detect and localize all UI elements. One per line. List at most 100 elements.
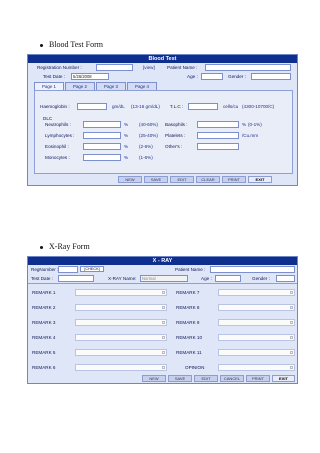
dropdown-icon bbox=[290, 336, 293, 339]
exit-button[interactable]: EXIT bbox=[248, 176, 272, 183]
remark-3-label: REMARK 3 bbox=[32, 320, 56, 325]
remark-7-input[interactable] bbox=[218, 289, 295, 296]
dropdown-icon bbox=[290, 321, 293, 324]
bullet-icon bbox=[40, 43, 43, 47]
xray-patient-name-label: Patient Name : bbox=[175, 267, 206, 272]
remark-2-label: REMARK 2 bbox=[32, 305, 56, 310]
dropdown-icon bbox=[162, 291, 165, 294]
xray-edit-button[interactable]: EDIT bbox=[194, 375, 218, 382]
platelets-unit: /Cu.mm bbox=[242, 133, 259, 138]
xray-heading: X-Ray Form bbox=[40, 242, 90, 251]
tab-page-2[interactable]: Page 2 bbox=[65, 82, 95, 90]
remark-5-label: REMARK 5 bbox=[32, 350, 56, 355]
remark-10-input[interactable] bbox=[218, 334, 295, 341]
save-button[interactable]: SAVE bbox=[144, 176, 168, 183]
monocytes-label: Monocytes : bbox=[45, 155, 70, 160]
remark-10-label: REMARK 10 bbox=[176, 335, 203, 340]
registration-number-input[interactable] bbox=[96, 64, 133, 71]
platelets-input[interactable] bbox=[197, 132, 239, 139]
regnumber-check-button[interactable]: [CHECK] bbox=[80, 266, 104, 272]
dropdown-icon bbox=[162, 366, 165, 369]
patient-name-input[interactable] bbox=[205, 64, 291, 71]
remark-11-input[interactable] bbox=[218, 349, 295, 356]
xray-test-date-input[interactable] bbox=[58, 275, 94, 282]
neutrophils-unit: % bbox=[124, 122, 129, 127]
xray-save-button[interactable]: SAVE bbox=[168, 375, 192, 382]
lymphocytes-unit: % bbox=[124, 133, 129, 138]
dropdown-icon bbox=[290, 366, 293, 369]
remark-2-input[interactable] bbox=[75, 304, 167, 311]
basophils-range: (0-1%) bbox=[248, 122, 262, 127]
xray-age-input[interactable] bbox=[215, 275, 241, 282]
opinion-input[interactable] bbox=[218, 364, 295, 371]
xray-name-select[interactable]: Normal bbox=[140, 275, 188, 282]
remark-6-input[interactable] bbox=[75, 364, 167, 371]
eosinophil-range: (2-6%) bbox=[139, 144, 153, 149]
age-label: Age : bbox=[187, 74, 198, 79]
xray-heading-text: X-Ray Form bbox=[49, 242, 90, 251]
print-button[interactable]: PRINT bbox=[222, 176, 246, 183]
dropdown-icon bbox=[290, 351, 293, 354]
tab-page-4[interactable]: Page 4 bbox=[127, 82, 157, 90]
tlc-input[interactable] bbox=[188, 103, 218, 110]
eosinophil-input[interactable] bbox=[83, 143, 121, 150]
regno-view-button[interactable]: [view] bbox=[143, 65, 155, 70]
haemoglobin-label: Haemoglobin : bbox=[40, 104, 70, 109]
neutrophils-input[interactable] bbox=[83, 121, 121, 128]
monocytes-input[interactable] bbox=[83, 154, 121, 161]
blood-test-heading: Blood Test Form bbox=[40, 40, 103, 49]
remark-5-input[interactable] bbox=[75, 349, 167, 356]
xray-exit-button[interactable]: EXIT bbox=[272, 375, 295, 382]
remark-9-input[interactable] bbox=[218, 319, 295, 326]
xray-form: X - RAY RegNumber : [CHECK] Patient Name… bbox=[27, 256, 298, 384]
xray-print-button[interactable]: PRINT bbox=[246, 375, 270, 382]
haemoglobin-range: (13-16 gm/dL) bbox=[131, 104, 160, 109]
remark-8-label: REMARK 8 bbox=[176, 305, 200, 310]
bullet-icon bbox=[40, 245, 43, 249]
tab-page-3[interactable]: Page 3 bbox=[96, 82, 126, 90]
platelets-label: Platelets : bbox=[165, 133, 186, 138]
patient-name-label: Patient Name : bbox=[167, 65, 198, 70]
clear-button[interactable]: CLEAR bbox=[196, 176, 220, 183]
remark-1-input[interactable] bbox=[75, 289, 167, 296]
registration-number-label: Registration Number : bbox=[37, 65, 82, 70]
basophils-input[interactable] bbox=[197, 121, 239, 128]
others-input[interactable] bbox=[197, 143, 239, 150]
test-date-label: Test Date : bbox=[43, 74, 65, 79]
xray-patient-name-input[interactable] bbox=[210, 266, 295, 273]
eosinophil-unit: % bbox=[124, 144, 129, 149]
lymphocytes-input[interactable] bbox=[83, 132, 121, 139]
dropdown-icon bbox=[162, 336, 165, 339]
age-input[interactable] bbox=[201, 73, 223, 80]
edit-button[interactable]: EDIT bbox=[170, 176, 194, 183]
basophils-label: Basophils : bbox=[165, 122, 188, 127]
neutrophils-range: (40-60%) bbox=[139, 122, 158, 127]
remark-3-input[interactable] bbox=[75, 319, 167, 326]
regnumber-input[interactable] bbox=[58, 266, 78, 273]
xray-new-button[interactable]: NEW bbox=[142, 375, 166, 382]
remark-8-input[interactable] bbox=[218, 304, 295, 311]
remark-9-label: REMARK 9 bbox=[176, 320, 200, 325]
others-label: Other's : bbox=[165, 144, 183, 149]
remark-4-input[interactable] bbox=[75, 334, 167, 341]
blood-test-heading-text: Blood Test Form bbox=[49, 40, 103, 49]
haemoglobin-unit: gm/dL bbox=[112, 104, 125, 109]
blood-test-title: Blood Test bbox=[28, 55, 297, 63]
xray-cancel-button[interactable]: CANCEL bbox=[220, 375, 244, 382]
lymphocytes-range: (25-40%) bbox=[139, 133, 158, 138]
tab-page-1[interactable]: Page 1 bbox=[34, 82, 64, 90]
new-button[interactable]: NEW bbox=[118, 176, 142, 183]
blood-test-form: Blood Test Registration Number : [view] … bbox=[27, 54, 298, 186]
monocytes-unit: % bbox=[124, 155, 129, 160]
page-1-panel: Haemoglobin : gm/dL (13-16 gm/dL) T.L.C … bbox=[34, 90, 293, 174]
lymphocytes-label: Lymphocytes : bbox=[45, 133, 75, 138]
tlc-label: T.L.C : bbox=[170, 104, 184, 109]
remark-11-label: REMARK 11 bbox=[176, 350, 202, 355]
opinion-label: OPINION bbox=[185, 365, 205, 370]
gender-input[interactable] bbox=[251, 73, 291, 80]
xray-test-date-label: Test Date : bbox=[31, 276, 53, 281]
haemoglobin-input[interactable] bbox=[77, 103, 107, 110]
test-date-input[interactable]: 5/26/2008 bbox=[71, 73, 109, 80]
xray-gender-input[interactable] bbox=[276, 275, 295, 282]
remark-6-label: REMARK 6 bbox=[32, 365, 56, 370]
